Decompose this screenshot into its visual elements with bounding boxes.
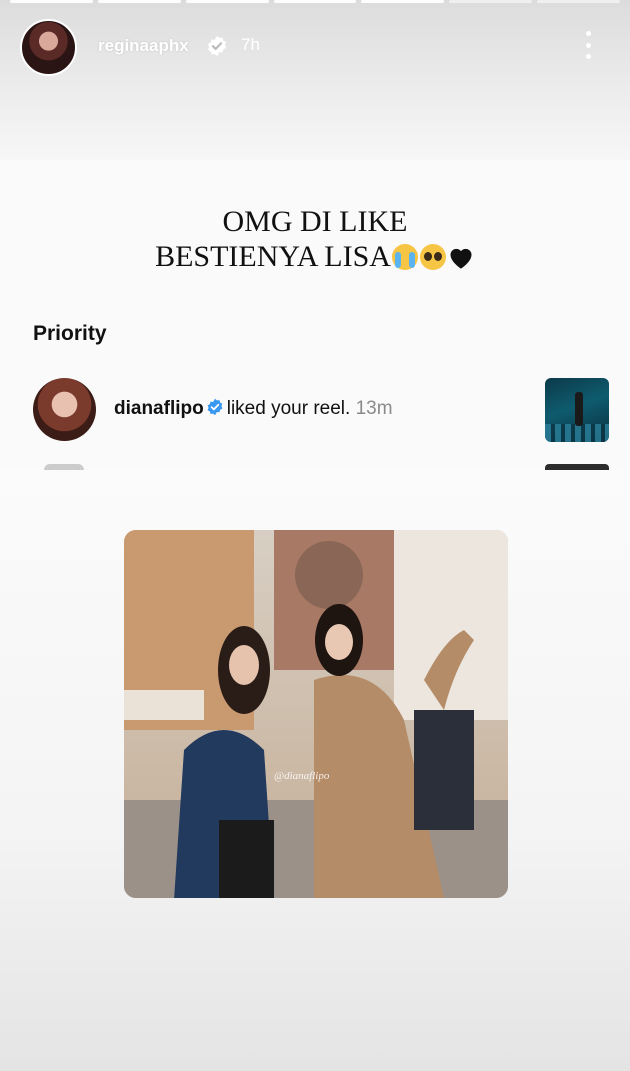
reel-thumbnail-partial [545, 464, 609, 470]
notification-action: liked your reel. [226, 398, 351, 419]
story-author-username[interactable]: reginaaphx [98, 36, 189, 56]
progress-segment [97, 0, 181, 3]
notification-avatar-partial [44, 464, 84, 470]
story-progress-bar [10, 0, 621, 4]
notification-avatar[interactable] [33, 378, 96, 441]
pleading-face-icon [419, 244, 446, 270]
story-timestamp: 7h [241, 35, 260, 54]
notification-item[interactable]: dianaflipo liked your reel. 13m [114, 398, 393, 420]
photo-watermark: @dianaflipo [274, 770, 330, 782]
caption-line-2: BESTIENYA LISA [155, 240, 391, 273]
progress-segment [537, 0, 621, 3]
story-photo: @dianaflipo [124, 530, 508, 898]
progress-segment [185, 0, 269, 3]
story-author-avatar[interactable] [20, 19, 77, 76]
notification-time: 13m [355, 398, 393, 419]
more-options-button[interactable] [578, 28, 598, 62]
reel-thumbnail[interactable] [545, 378, 609, 442]
caption-line-1: OMG DI LIKE [222, 205, 408, 238]
progress-segment [273, 0, 357, 3]
more-vertical-icon [585, 31, 591, 36]
verified-badge-icon [207, 398, 223, 416]
progress-segment [10, 0, 93, 3]
caption-line-2-row: BESTIENYA LISA [0, 239, 630, 274]
verified-badge-icon [207, 35, 227, 57]
notification-username[interactable]: dianaflipo [114, 398, 204, 419]
loudly-crying-face-icon [391, 244, 418, 270]
black-heart-icon [450, 248, 472, 269]
story-caption: OMG DI LIKE BESTIENYA LISA [0, 204, 630, 274]
photo-illustration [124, 530, 508, 898]
story-header-gradient [0, 0, 630, 160]
progress-segment [361, 0, 445, 3]
priority-section-title: Priority [33, 322, 107, 345]
progress-segment [449, 0, 533, 3]
